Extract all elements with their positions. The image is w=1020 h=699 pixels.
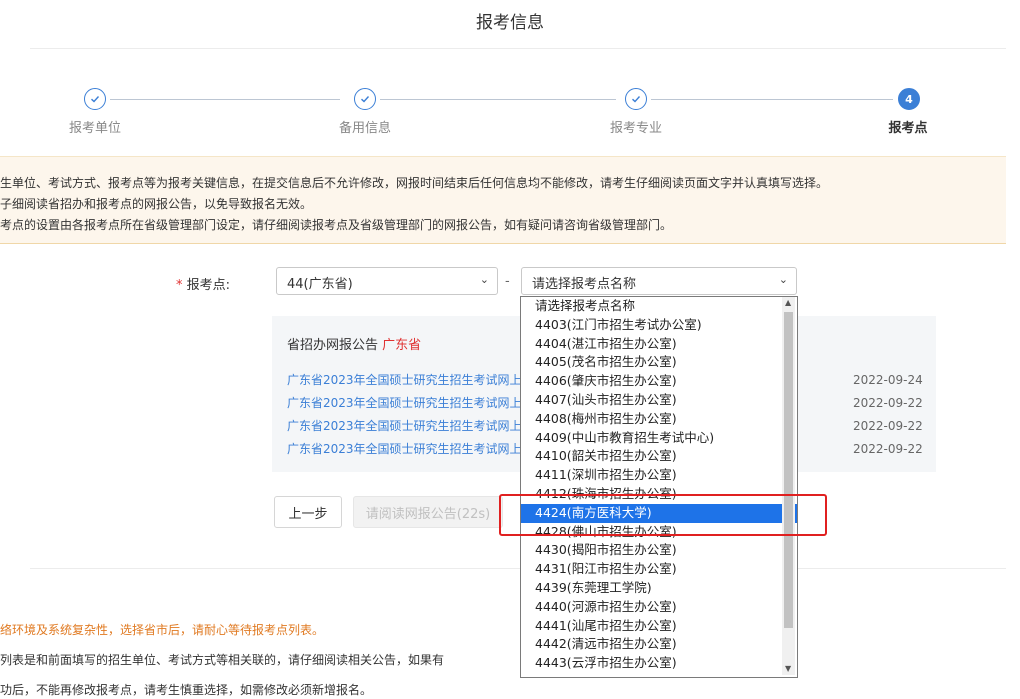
highlight-box	[499, 494, 827, 536]
announcement-date-1: 2022-09-24	[853, 373, 923, 387]
step-label-3: 报考专业	[609, 121, 662, 136]
province-select-value: 44(广东省)	[287, 277, 353, 292]
read-notice-button[interactable]: 请阅读网报公告(22s)	[353, 496, 503, 528]
exam-site-select[interactable]: 请选择报考点名称 ⌄	[521, 267, 797, 295]
step-label-4: 报考点	[888, 121, 928, 136]
announcement-province: 广东省	[382, 338, 422, 353]
chevron-down-icon: ⌄	[479, 273, 489, 286]
exam-site-select-value: 请选择报考点名称	[532, 277, 637, 292]
separator: -	[505, 274, 510, 289]
dropdown-option[interactable]: 4404(湛江市招生办公室)	[521, 335, 797, 354]
dropdown-option[interactable]: 4410(韶关市招生办公室)	[521, 447, 797, 466]
tip-line-1: 络环境及系统复杂性，选择省市后，请耐心等待报考点列表。	[0, 623, 325, 637]
notice-line-3: 考点的设置由各报考点所在省级管理部门设定，请仔细阅读报考点及省级管理部门的网报公…	[0, 218, 673, 232]
announcement-title-text: 省招办网报公告	[287, 338, 379, 353]
scroll-down-icon[interactable]: ▼	[785, 664, 791, 673]
tip-line-2: 列表是和前面填写的招生单位、考试方式等相关联的，请仔细阅读相关公告，如果有	[0, 653, 445, 667]
announcement-date-4: 2022-09-22	[853, 442, 923, 456]
step-connector	[651, 99, 893, 100]
step-connector	[380, 99, 616, 100]
notice-line-2: 子细阅读省招办和报考点的网报公告，以免导致报名无效。	[0, 197, 313, 211]
step-label-2: 备用信息	[338, 121, 391, 136]
notice-line-1: 生单位、考试方式、报考点等为报考关键信息，在提交信息后不允许修改，网报时间结束后…	[0, 176, 829, 190]
dropdown-option[interactable]: 4440(河源市招生办公室)	[521, 598, 797, 617]
announcement-date-3: 2022-09-22	[853, 419, 923, 433]
announcement-link-4[interactable]: 广东省2023年全国硕士研究生招生考试网上报名公告	[287, 440, 523, 457]
dropdown-option[interactable]: 4443(云浮市招生办公室)	[521, 654, 797, 673]
scroll-up-icon[interactable]: ▲	[785, 298, 791, 307]
step-2-check-icon	[354, 88, 376, 110]
chevron-down-icon: ⌄	[778, 273, 788, 286]
dropdown-option[interactable]: 4407(汕头市招生办公室)	[521, 391, 797, 410]
option-list: 请选择报考点名称 4403(江门市招生考试办公室) 4404(湛江市招生办公室) 44…	[521, 297, 797, 673]
dropdown-option[interactable]: 4431(阳江市招生办公室)	[521, 560, 797, 579]
dropdown-option[interactable]: 4403(江门市招生考试办公室)	[521, 316, 797, 335]
step-3-check-icon	[625, 88, 647, 110]
step-1-check-icon	[84, 88, 106, 110]
step-4-number: 4	[898, 88, 920, 110]
province-select[interactable]: 44(广东省) ⌄	[276, 267, 498, 295]
title-divider	[30, 48, 1006, 49]
exam-site-dropdown-list[interactable]: 请选择报考点名称 4403(江门市招生考试办公室) 4404(湛江市招生办公室) 44…	[520, 296, 798, 678]
dropdown-option[interactable]: 4406(肇庆市招生办公室)	[521, 372, 797, 391]
dropdown-option[interactable]: 4441(汕尾市招生办公室)	[521, 617, 797, 636]
dropdown-option[interactable]: 4409(中山市教育招生考试中心)	[521, 429, 797, 448]
prev-step-button[interactable]: 上一步	[274, 496, 342, 528]
dropdown-option[interactable]: 4442(清远市招生办公室)	[521, 635, 797, 654]
section-divider	[30, 568, 1006, 569]
dropdown-option[interactable]: 4439(东莞理工学院)	[521, 579, 797, 598]
announcement-date-2: 2022-09-22	[853, 396, 923, 410]
dropdown-option[interactable]: 请选择报考点名称	[521, 297, 797, 316]
tip-line-3: 功后，不能再修改报考点，请考生慎重选择，如需修改必须新增报名。	[0, 683, 373, 697]
step-connector	[110, 99, 340, 100]
announcement-title: 省招办网报公告 广东省	[287, 334, 421, 353]
page-title: 报考信息	[476, 13, 544, 33]
dropdown-option[interactable]: 4405(茂名市招生办公室)	[521, 353, 797, 372]
required-mark: *	[176, 278, 183, 293]
notice-box: 生单位、考试方式、报考点等为报考关键信息，在提交信息后不允许修改，网报时间结束后…	[0, 156, 1006, 244]
announcement-link-1[interactable]: 广东省2023年全国硕士研究生招生考试网上报名公告	[287, 371, 523, 388]
dropdown-option[interactable]: 4430(揭阳市招生办公室)	[521, 541, 797, 560]
exam-site-label-text: 报考点:	[186, 278, 231, 293]
dropdown-option[interactable]: 4411(深圳市招生办公室)	[521, 466, 797, 485]
announcement-link-2[interactable]: 广东省2023年全国硕士研究生招生考试网上报名公告	[287, 394, 523, 411]
announcement-link-3[interactable]: 广东省2023年全国硕士研究生招生考试网上报名公告	[287, 417, 523, 434]
step-label-1: 报考单位	[68, 121, 121, 136]
dropdown-option[interactable]: 4408(梅州市招生办公室)	[521, 410, 797, 429]
scrollbar-thumb[interactable]	[784, 312, 793, 628]
exam-site-label: * 报考点:	[176, 274, 230, 293]
